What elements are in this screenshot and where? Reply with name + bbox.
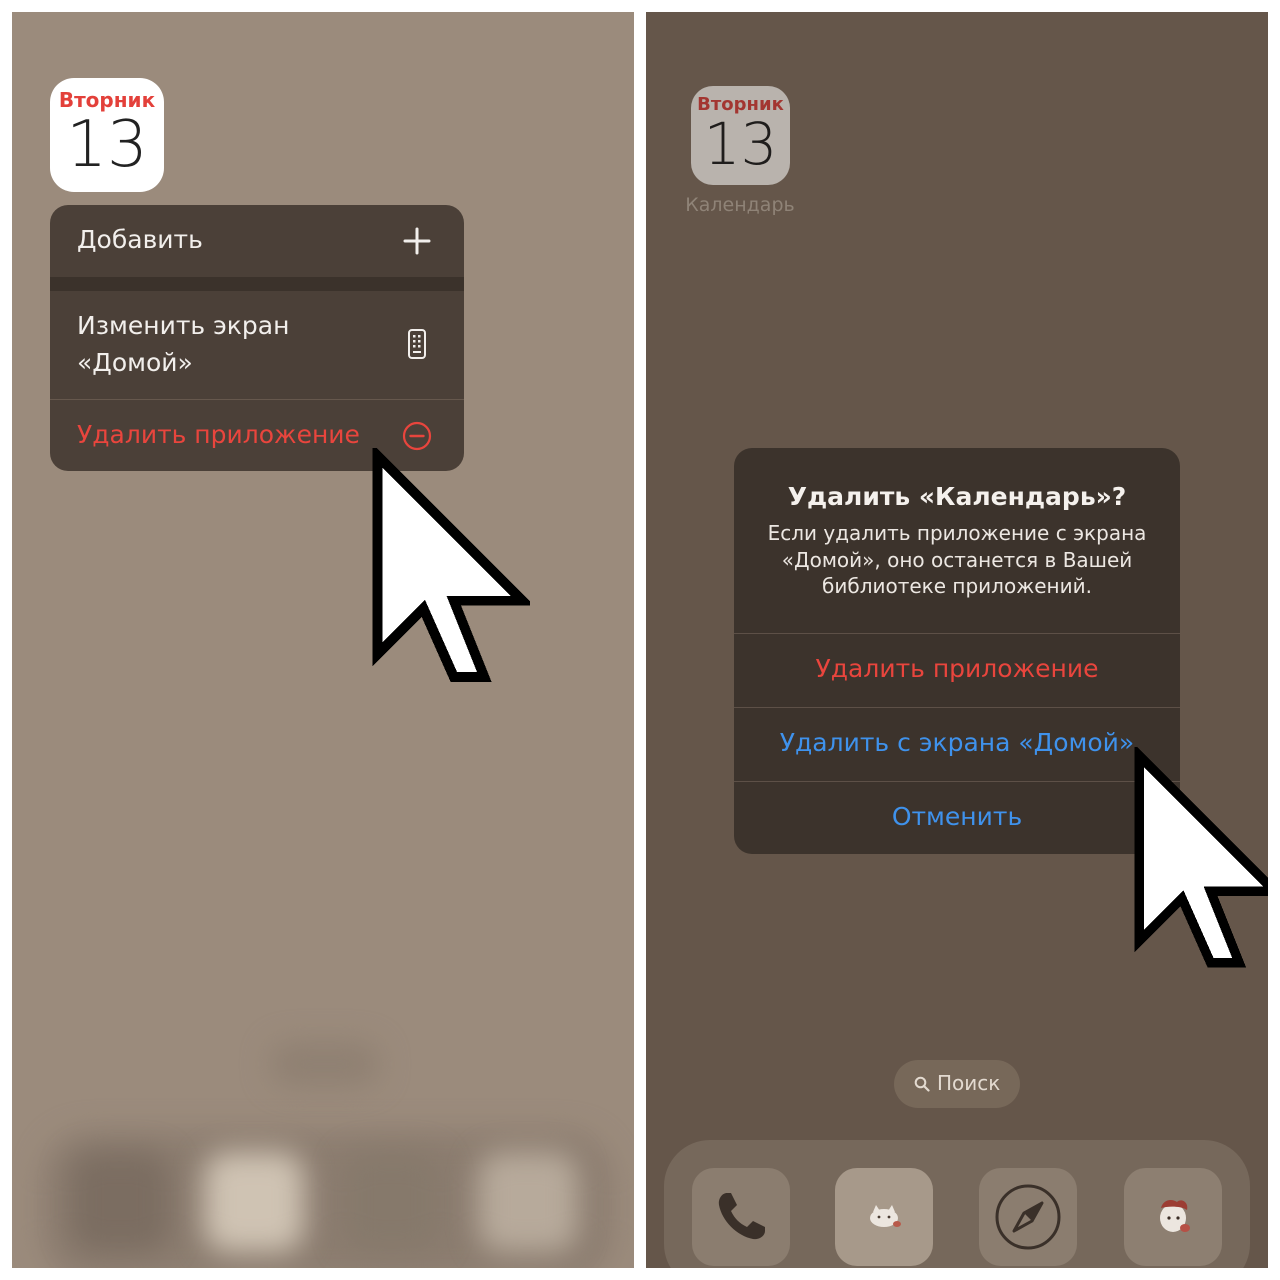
menu-item-label: Удалить приложение bbox=[77, 420, 360, 449]
menu-item-label: Изменить экран bbox=[77, 311, 290, 340]
phone-icon bbox=[718, 1193, 765, 1240]
cancel-button[interactable]: Отменить bbox=[734, 802, 1180, 831]
left-screen: Вторник 13 Добавить Изменить экран «Домо… bbox=[12, 12, 634, 1268]
alert-separator bbox=[734, 781, 1180, 782]
menu-item-edit-home-screen[interactable]: Изменить экран «Домой» bbox=[50, 291, 464, 399]
search-icon bbox=[914, 1076, 930, 1092]
remove-from-home-button[interactable]: Удалить с экрана «Домой» bbox=[734, 728, 1180, 757]
search-label: Поиск bbox=[937, 1071, 1001, 1095]
blurred-dock-app bbox=[478, 1152, 578, 1252]
dock-app-phone[interactable] bbox=[692, 1168, 790, 1266]
dock-app-safari[interactable] bbox=[979, 1168, 1077, 1266]
compass-icon bbox=[995, 1184, 1061, 1250]
pointer-cursor-icon bbox=[372, 448, 530, 682]
alert-message: Если удалить приложение с экрана «Домой»… bbox=[754, 520, 1160, 600]
minus-circle-icon bbox=[402, 421, 432, 451]
alert-message-line: «Домой», оно останется в Вашей bbox=[781, 547, 1133, 572]
calendar-day-number: 13 bbox=[66, 108, 148, 182]
menu-group-separator bbox=[50, 277, 464, 291]
phone-screen-icon bbox=[408, 329, 426, 359]
calendar-day-number: 13 bbox=[703, 110, 778, 178]
alert-message-line: Если удалить приложение с экрана bbox=[767, 521, 1147, 545]
delete-app-button[interactable]: Удалить приложение bbox=[734, 654, 1180, 683]
dock-app-sticker[interactable] bbox=[1124, 1168, 1222, 1266]
blurred-dock-app bbox=[204, 1152, 304, 1252]
sticker-app-icon bbox=[1160, 1200, 1190, 1232]
search-pill[interactable]: Поиск bbox=[894, 1060, 1020, 1108]
delete-app-alert: Удалить «Календарь»? Если удалить прилож… bbox=[734, 448, 1180, 854]
menu-item-add[interactable]: Добавить bbox=[50, 205, 464, 277]
calendar-app-icon[interactable]: Вторник 13 bbox=[50, 78, 164, 192]
blurred-search-pill bbox=[270, 1042, 380, 1086]
menu-item-label: Добавить bbox=[77, 225, 203, 254]
alert-separator bbox=[734, 707, 1180, 708]
dock bbox=[664, 1140, 1250, 1268]
right-screen: Вторник 13 Календарь Удалить «Календарь»… bbox=[646, 12, 1268, 1268]
pointer-cursor-icon bbox=[1134, 747, 1268, 968]
alert-title: Удалить «Календарь»? bbox=[787, 482, 1127, 511]
alert-message-line: библиотеке приложений. bbox=[822, 574, 1092, 598]
alert-separator bbox=[734, 633, 1180, 634]
dock-app-cat[interactable] bbox=[835, 1168, 933, 1266]
menu-item-label: «Домой» bbox=[77, 348, 193, 377]
blurred-dock-app bbox=[342, 1152, 442, 1252]
cat-app-icon bbox=[870, 1205, 901, 1227]
calendar-app-icon[interactable]: Вторник 13 bbox=[691, 86, 790, 185]
plus-icon bbox=[403, 227, 431, 255]
blurred-dock-app bbox=[70, 1152, 170, 1252]
context-menu: Добавить Изменить экран «Домой» Удалить … bbox=[50, 205, 464, 471]
app-name-label: Календарь bbox=[685, 194, 795, 216]
